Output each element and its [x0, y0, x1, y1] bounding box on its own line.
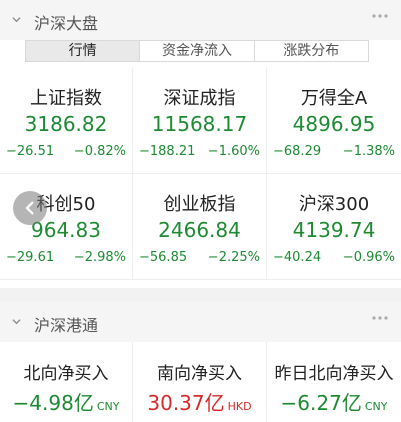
- flow-value: −6.27亿: [280, 391, 362, 415]
- chevron-down-icon[interactable]: [12, 317, 21, 326]
- section-header-connect[interactable]: 沪深港通: [0, 302, 401, 342]
- flow-value: 30.37亿: [147, 391, 225, 415]
- market-card: 行情 资金净流入 涨跌分布 上证指数 3186.82 −26.51 −0.82% …: [0, 40, 401, 288]
- index-value: 2466.84: [158, 218, 241, 242]
- index-change: −56.85: [139, 250, 188, 265]
- index-value: 4139.74: [292, 218, 376, 242]
- index-tile[interactable]: 沪深300 4139.74 −40.24 −0.96%: [267, 174, 401, 280]
- chevron-left-icon: [25, 201, 34, 215]
- back-button[interactable]: [13, 191, 47, 225]
- market-tabs: 行情 资金净流入 涨跌分布: [25, 40, 369, 62]
- index-value: 11568.17: [151, 112, 248, 136]
- more-dots-icon[interactable]: [371, 314, 389, 322]
- index-change: −68.29: [273, 144, 322, 159]
- tab-net-inflow[interactable]: 资金净流入: [139, 41, 253, 61]
- index-tile[interactable]: 上证指数 3186.82 −26.51 −0.82%: [0, 68, 133, 174]
- index-tile[interactable]: 科创50 964.83 −29.61 −2.98%: [0, 174, 133, 280]
- section-title-connect: 沪深港通: [34, 316, 99, 335]
- index-grid: 上证指数 3186.82 −26.51 −0.82% 深证成指 11568.17 …: [0, 68, 401, 280]
- section-header-market[interactable]: 沪深大盘: [0, 0, 401, 40]
- flow-tile[interactable]: 昨日北向净买入 −6.27亿 CNY: [267, 342, 401, 422]
- index-pct: −2.98%: [73, 250, 126, 265]
- flow-name: 北向净买入: [23, 364, 109, 384]
- index-name: 深证成指: [163, 88, 236, 109]
- index-change: −188.21: [139, 144, 196, 159]
- more-dots-icon[interactable]: [371, 12, 389, 20]
- flow-value: −4.98亿: [12, 391, 94, 415]
- index-tile[interactable]: 创业板指 2466.84 −56.85 −2.25%: [133, 174, 267, 280]
- index-tile[interactable]: 深证成指 11568.17 −188.21 −1.60%: [133, 68, 267, 174]
- index-pct: −1.60%: [207, 144, 260, 159]
- index-change: −26.51: [6, 144, 55, 159]
- flow-unit: HKD: [227, 400, 252, 413]
- index-pct: −2.25%: [207, 250, 260, 265]
- connect-flows: 北向净买入 −4.98亿 CNY 南向净买入 30.37亿 HKD 昨日北向净买入 …: [0, 342, 401, 422]
- index-name: 创业板指: [163, 194, 236, 215]
- index-pct: −1.38%: [342, 144, 395, 159]
- index-pct: −0.96%: [342, 250, 395, 265]
- section-title-market: 沪深大盘: [34, 14, 99, 33]
- index-change: −29.61: [6, 250, 55, 265]
- flow-tile[interactable]: 北向净买入 −4.98亿 CNY: [0, 342, 133, 422]
- chevron-down-icon[interactable]: [12, 15, 21, 24]
- index-name: 沪深300: [298, 194, 370, 215]
- tab-distribution[interactable]: 涨跌分布: [253, 41, 368, 61]
- flow-unit: CNY: [96, 400, 120, 413]
- index-change: −40.24: [273, 250, 322, 265]
- tab-quotes[interactable]: 行情: [26, 41, 140, 61]
- index-tile[interactable]: 万得全A 4896.95 −68.29 −1.38%: [267, 68, 401, 174]
- index-value: 3186.82: [24, 112, 108, 136]
- flow-tile[interactable]: 南向净买入 30.37亿 HKD: [133, 342, 267, 422]
- index-name: 上证指数: [30, 88, 102, 109]
- index-pct: −0.82%: [73, 144, 126, 159]
- flow-name: 昨日北向净买入: [274, 364, 394, 384]
- flow-unit: CNY: [364, 400, 388, 413]
- flow-name: 南向净买入: [157, 364, 242, 384]
- index-value: 4896.95: [292, 112, 376, 136]
- index-name: 万得全A: [300, 88, 368, 109]
